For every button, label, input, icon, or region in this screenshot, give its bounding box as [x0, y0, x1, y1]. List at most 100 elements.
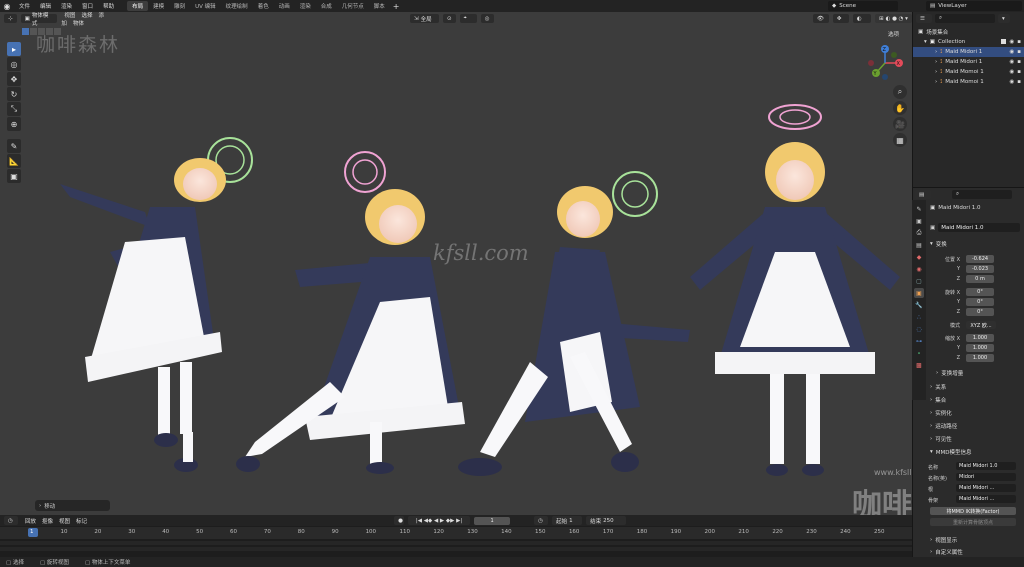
- rotation-z-field[interactable]: 0°: [966, 308, 994, 316]
- mmd-armature-field[interactable]: Maid Midori ...: [956, 495, 1016, 503]
- location-x-field[interactable]: -0.624: [966, 255, 994, 263]
- object-tab-icon[interactable]: ▣: [914, 288, 924, 298]
- properties-section-header[interactable]: › 实例化: [930, 409, 952, 417]
- eye-icon[interactable]: ◉: [1009, 49, 1014, 55]
- select-new-icon[interactable]: [22, 28, 29, 35]
- chevron-right-icon[interactable]: ›: [935, 59, 937, 65]
- options-menu[interactable]: 选项: [888, 30, 899, 38]
- menu-item[interactable]: 窗口: [77, 4, 98, 10]
- modifier-tab-icon[interactable]: 🔧: [914, 300, 924, 310]
- last-operator-panel[interactable]: › 移动: [35, 500, 110, 511]
- outliner-editor-type-button[interactable]: ☰: [916, 14, 932, 23]
- pan-hand-icon[interactable]: ✋: [893, 101, 907, 115]
- pivot-button[interactable]: ⊙: [442, 14, 456, 23]
- mmd-convert-button[interactable]: 将MMD IK转换(Factor): [930, 507, 1016, 515]
- viewport-menu-item[interactable]: 选择: [78, 13, 95, 19]
- select-box-tool-icon[interactable]: ▸: [7, 42, 21, 56]
- character-model-1[interactable]: [60, 137, 253, 472]
- start-frame-field[interactable]: 起始 1: [552, 516, 583, 525]
- workspace-tab[interactable]: 纹理绘制: [221, 1, 253, 11]
- proportional-edit-button[interactable]: ◎: [480, 14, 494, 23]
- filter-icon[interactable]: ▾: [998, 14, 1010, 23]
- eye-icon[interactable]: ◉: [1009, 59, 1014, 65]
- texture-tab-icon[interactable]: ▩: [914, 360, 924, 370]
- mmd-name-field[interactable]: Maid Midori 1.0: [956, 462, 1016, 470]
- menu-item[interactable]: 帮助: [98, 4, 119, 10]
- annotate-tool-icon[interactable]: ✎: [7, 139, 21, 153]
- location-z-field[interactable]: 0 m: [966, 275, 994, 283]
- cursor-tool-icon[interactable]: ◎: [7, 57, 21, 71]
- viewport-menu-item[interactable]: 视图: [61, 13, 78, 19]
- workspace-tab[interactable]: UV 编辑: [190, 1, 221, 11]
- shading-buttons[interactable]: ⊞ ◐ ● ◔ ▾: [875, 14, 912, 23]
- editor-type-button[interactable]: ⊹: [4, 14, 17, 23]
- physics-tab-icon[interactable]: ◌: [914, 324, 924, 334]
- object-name-field[interactable]: Maid Midori 1.0: [938, 223, 1021, 232]
- render-tab-icon[interactable]: ▣: [914, 216, 924, 226]
- delta-transform-section[interactable]: › 变换增量: [936, 369, 963, 377]
- navigation-gizmo[interactable]: X Z Y: [868, 45, 903, 80]
- scene-tab-icon[interactable]: ◆: [914, 252, 924, 262]
- axis-neg-y-handle[interactable]: [891, 52, 897, 58]
- timeline-menu-item[interactable]: 标记: [73, 519, 90, 525]
- menu-item[interactable]: 文件: [14, 4, 35, 10]
- outliner-search-input[interactable]: ⌕: [935, 14, 995, 23]
- workspace-tab[interactable]: 合成: [316, 1, 337, 11]
- axis-neg-z-handle[interactable]: [882, 74, 888, 80]
- timeline-ruler[interactable]: 1 10 20 30 40 50 60 70 80 90 100 110 120 130 140 150 160…: [0, 527, 912, 539]
- camera-icon[interactable]: ▪: [1017, 59, 1021, 65]
- view-layer-tab-icon[interactable]: ▤: [914, 240, 924, 250]
- properties-section-header[interactable]: › 关系: [930, 383, 946, 391]
- checkbox-icon[interactable]: [1001, 39, 1007, 44]
- properties-editor-type-button[interactable]: ▤: [915, 190, 931, 199]
- playback-controls[interactable]: |◀ ◀◆ ◀ ▶ ◆▶ ▶|: [408, 516, 471, 525]
- rotation-mode-dropdown[interactable]: XYZ 欧...: [966, 321, 996, 329]
- outliner-object-row[interactable]: › ⟟ Maid Midori 1 ◉ ▪: [913, 57, 1024, 67]
- transform-tool-icon[interactable]: ⊕: [7, 117, 21, 131]
- perspective-grid-icon[interactable]: ▦: [893, 133, 907, 147]
- current-frame-field[interactable]: 1: [474, 516, 511, 525]
- particles-tab-icon[interactable]: ∴: [914, 312, 924, 322]
- camera-icon[interactable]: ▪: [1017, 79, 1021, 85]
- record-button[interactable]: ●: [394, 516, 405, 525]
- timeline-editor-type-button[interactable]: ◷: [4, 516, 18, 525]
- chevron-right-icon[interactable]: ›: [935, 69, 937, 75]
- scale-x-field[interactable]: 1.000: [966, 334, 994, 342]
- custom-properties-section[interactable]: › 自定义属性: [930, 548, 963, 556]
- tool-tab-icon[interactable]: ✎: [914, 204, 924, 214]
- snap-button[interactable]: ⌖: [459, 14, 477, 23]
- rotation-x-field[interactable]: 0°: [966, 288, 994, 296]
- camera-icon[interactable]: ▪: [1017, 39, 1021, 45]
- add-cube-tool-icon[interactable]: ▣: [7, 169, 21, 183]
- eye-icon[interactable]: ◉: [1009, 69, 1014, 75]
- character-model-4[interactable]: [690, 104, 900, 476]
- view-layer-selector[interactable]: ▤ ViewLayer: [926, 1, 1022, 11]
- properties-section-header[interactable]: › 集合: [930, 396, 946, 404]
- move-tool-icon[interactable]: ✥: [7, 72, 21, 86]
- workspace-tab[interactable]: 几何节点: [337, 1, 369, 11]
- workspace-tab[interactable]: 脚本: [369, 1, 390, 11]
- preview-range-button[interactable]: ◷: [534, 516, 549, 525]
- transform-section-header[interactable]: ▾ 变换: [930, 240, 947, 248]
- camera-icon[interactable]: ▪: [1017, 69, 1021, 75]
- add-workspace-button[interactable]: +: [393, 2, 400, 11]
- workspace-tab[interactable]: 布局: [127, 1, 149, 11]
- visibility-button[interactable]: 👁: [812, 14, 829, 23]
- blender-logo-icon[interactable]: ◉: [0, 2, 14, 11]
- outliner-object-row[interactable]: › ⟟ Maid Midori 1 ◉ ▪: [913, 47, 1024, 57]
- chevron-right-icon[interactable]: ›: [935, 79, 937, 85]
- workspace-tab[interactable]: 动画: [274, 1, 295, 11]
- mmd-section-header[interactable]: ▾ MMD模型信息: [930, 448, 972, 456]
- viewport-menu-item[interactable]: 物体: [70, 21, 87, 27]
- properties-search-input[interactable]: ⌕: [952, 190, 1012, 199]
- rotation-y-field[interactable]: 0°: [966, 298, 994, 306]
- scene-selector[interactable]: ◆ Scene: [828, 1, 898, 11]
- timeline-menu-item[interactable]: 抠像: [39, 519, 56, 525]
- mmd-recalc-button[interactable]: 重新计算骨骼顶点: [930, 518, 1016, 526]
- eye-icon[interactable]: ◉: [1009, 39, 1014, 45]
- collection-row[interactable]: ▾ ▣ Collection ◉ ▪: [913, 37, 1024, 47]
- scale-tool-icon[interactable]: ⤡: [7, 102, 21, 116]
- scene-collection-row[interactable]: ▣ 场景集合: [913, 27, 1024, 37]
- output-tab-icon[interactable]: ⎙: [914, 228, 924, 238]
- collection-tab-icon[interactable]: ▢: [914, 276, 924, 286]
